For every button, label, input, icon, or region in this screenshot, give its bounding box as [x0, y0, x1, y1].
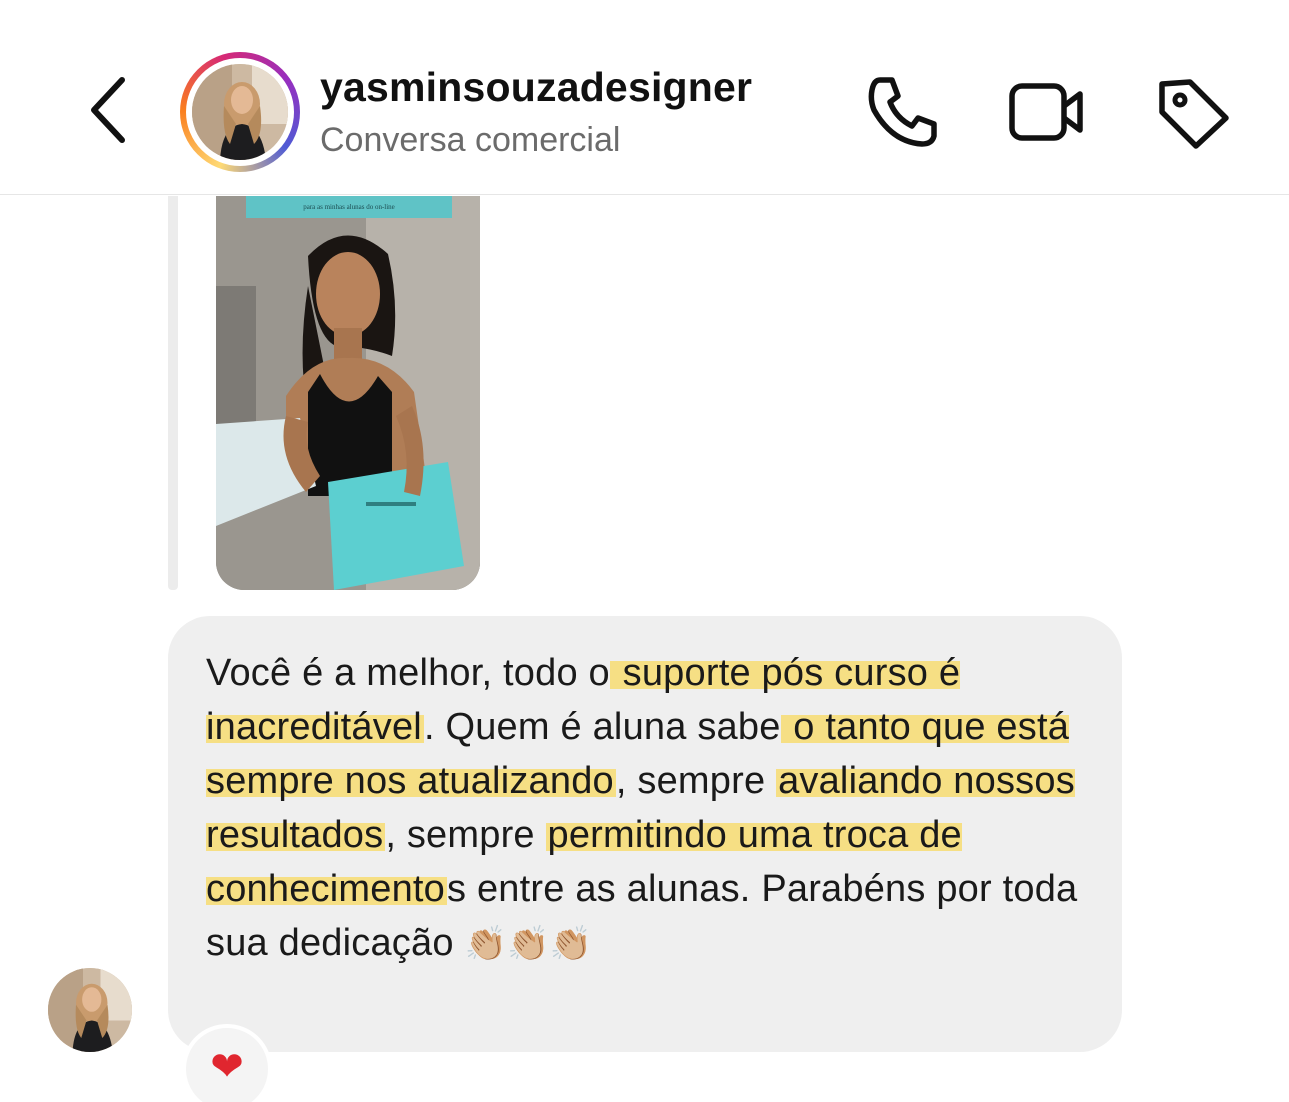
sender-photo: [48, 968, 132, 1052]
back-chevron-icon: [91, 77, 125, 143]
video-call-button[interactable]: [1004, 70, 1088, 154]
message-segment: , sempre: [615, 760, 777, 802]
phone-icon: [868, 77, 937, 147]
back-button[interactable]: [82, 72, 142, 148]
direct-message-screen: yasminsouzadesigner Conversa comercial p…: [0, 0, 1289, 1102]
profile-photo: [192, 64, 288, 160]
conversation-username[interactable]: yasminsouzadesigner: [320, 64, 752, 111]
message-bubble[interactable]: Você é a melhor, todo o suporte pós curs…: [168, 616, 1122, 1052]
sender-avatar[interactable]: [48, 968, 132, 1052]
heart-icon: ❤: [210, 1044, 244, 1090]
conversation-header: yasminsouzadesigner Conversa comercial: [0, 0, 1289, 195]
conversation-type-label: Conversa comercial: [320, 121, 621, 159]
message-text: Você é a melhor, todo o suporte pós curs…: [206, 646, 1106, 971]
video-camera-icon: [1009, 83, 1083, 141]
message-segment: . Quem é aluna sabe: [423, 706, 781, 748]
media-caption: para as minhas alunas do on-line: [303, 203, 395, 211]
message-segment: Você é a melhor, todo o: [206, 652, 610, 694]
reply-thread-line: [168, 196, 178, 590]
message-segment: , sempre: [385, 814, 546, 856]
profile-avatar[interactable]: [180, 52, 300, 172]
video-frame-image: para as minhas alunas do on-line: [216, 196, 480, 590]
audio-call-button[interactable]: [862, 70, 946, 154]
label-tag-button[interactable]: [1150, 70, 1234, 154]
tag-icon: [1159, 79, 1229, 149]
clapping-hands-emoji: 👏🏼👏🏼👏🏼: [464, 924, 593, 964]
shared-video-thumbnail[interactable]: para as minhas alunas do on-line: [216, 196, 480, 590]
